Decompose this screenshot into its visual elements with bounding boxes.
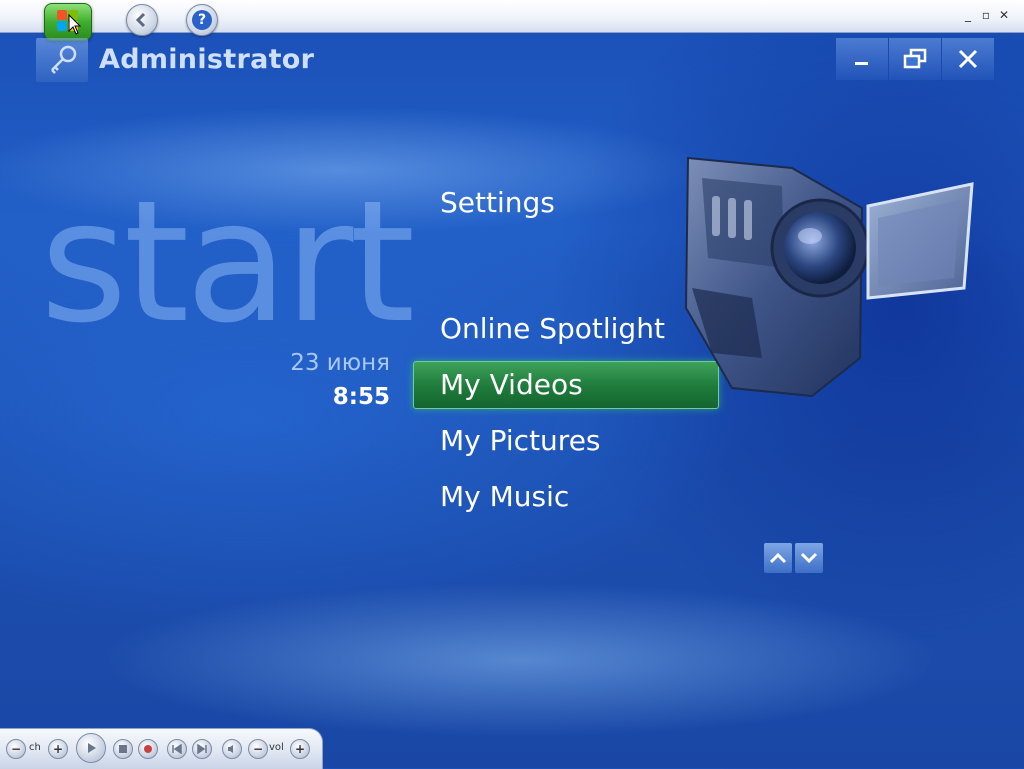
volume-up-button[interactable]: +	[290, 739, 310, 759]
skip-forward-icon	[197, 744, 207, 754]
restore-icon	[903, 48, 927, 69]
system-close-icon[interactable]: ✕	[998, 8, 1010, 22]
minimize-button[interactable]	[836, 38, 888, 80]
previous-button[interactable]	[167, 739, 187, 759]
chevron-up-icon	[769, 552, 787, 564]
mouse-cursor-icon	[68, 14, 82, 35]
close-button[interactable]	[942, 38, 994, 80]
system-window-controls: _ ▫ ✕	[962, 8, 1010, 22]
close-icon	[958, 49, 978, 69]
next-button[interactable]	[192, 739, 212, 759]
time-label: 8:55	[332, 384, 390, 410]
menu-item-my-music[interactable]: My Music	[440, 480, 569, 513]
volume-label: vol	[269, 742, 284, 753]
minimize-icon	[855, 62, 868, 65]
top-chrome-bar: ? _ ▫ ✕	[0, 0, 1024, 41]
stop-icon	[119, 745, 127, 753]
skip-back-icon	[172, 744, 182, 754]
stop-button[interactable]	[113, 739, 133, 759]
back-button[interactable]	[126, 4, 158, 36]
play-icon	[88, 743, 96, 753]
restore-button[interactable]	[889, 38, 941, 80]
menu-item-my-pictures[interactable]: My Pictures	[440, 424, 601, 457]
speaker-icon	[228, 745, 233, 753]
mute-button[interactable]	[222, 739, 242, 759]
channel-down-button[interactable]: −	[6, 739, 26, 759]
back-arrow-icon	[135, 12, 146, 28]
menu-item-online-spotlight[interactable]: Online Spotlight	[440, 312, 665, 345]
menu-item-my-videos[interactable]: My Videos	[440, 368, 583, 401]
menu-item-settings[interactable]: Settings	[440, 186, 555, 219]
scroll-down-button[interactable]	[795, 543, 823, 573]
help-icon: ?	[192, 10, 212, 30]
record-button[interactable]	[138, 739, 158, 759]
user-name: Administrator	[99, 44, 315, 75]
help-button[interactable]: ?	[186, 4, 218, 36]
system-minimize-icon[interactable]: _	[962, 8, 974, 22]
play-button[interactable]	[76, 733, 106, 763]
camcorder-icon	[684, 156, 974, 398]
transport-controls: − ch + − vol +	[0, 728, 323, 769]
record-icon	[144, 745, 152, 753]
channel-label: ch	[29, 742, 41, 753]
scroll-up-button[interactable]	[764, 543, 792, 573]
volume-down-button[interactable]: −	[248, 739, 268, 759]
key-icon	[51, 45, 77, 74]
start-title: start	[40, 164, 415, 360]
channel-up-button[interactable]: +	[48, 739, 68, 759]
system-restore-icon[interactable]: ▫	[980, 8, 992, 22]
date-label: 23 июня	[290, 350, 390, 376]
chevron-down-icon	[800, 552, 818, 564]
user-tile[interactable]	[36, 38, 88, 82]
